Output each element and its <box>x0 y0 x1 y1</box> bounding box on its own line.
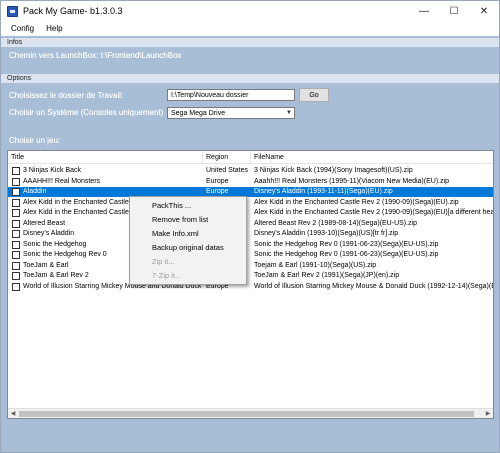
menu-config[interactable]: Config <box>5 24 40 33</box>
ctx-remove-from-list[interactable]: Remove from list <box>152 214 208 226</box>
cell-region: Europe <box>206 177 229 185</box>
column-filename[interactable]: FileName <box>251 151 493 164</box>
system-select-value: Sega Mega Drive <box>171 110 226 117</box>
table-row[interactable]: Disney's Aladdin Disney's Aladdin (1993-1… <box>8 229 493 239</box>
horizontal-scrollbar[interactable]: ◀ ▶ <box>8 408 493 418</box>
maximize-button[interactable]: ☐ <box>439 1 469 21</box>
row-checkbox[interactable] <box>12 282 20 291</box>
row-checkbox[interactable] <box>12 261 20 270</box>
row-checkbox[interactable] <box>12 198 20 207</box>
list-header: Title Region FileName <box>8 151 493 164</box>
row-checkbox[interactable] <box>12 167 20 175</box>
cell-filename: Alex Kidd in the Enchanted Castle Rev 2 … <box>254 209 494 216</box>
context-menu: PackThis ... Remove from list Make Info.xm… <box>129 196 247 285</box>
column-region[interactable]: Region <box>203 151 251 164</box>
table-row[interactable]: Alex Kidd in the Enchanted Castle Alex Ki… <box>8 198 493 208</box>
games-list[interactable]: Title Region FileName 3 Ninjas Kick Back… <box>7 150 494 419</box>
cell-filename: Aaahh!!! Real Monsters (1995-11)(Viacom … <box>254 177 450 185</box>
table-row[interactable]: ToeJam & Earl Rev 2 ToeJam & Earl Rev 2 (… <box>8 271 493 281</box>
scroll-right-icon[interactable]: ▶ <box>483 409 493 418</box>
table-row[interactable]: AAAHH!!! Real Monsters Europe Aaahh!!! Rea… <box>8 177 493 187</box>
menu-bar: Config Help <box>1 21 499 36</box>
table-row[interactable]: World of Illusion Starring Mickey Mouse … <box>8 282 493 292</box>
minimize-button[interactable]: — <box>409 1 439 21</box>
options-header: Options <box>1 74 499 83</box>
cell-filename: Altered Beast Rev 2 (1989-08-14)(Sega)(E… <box>254 219 418 227</box>
cell-filename: Disney's Aladdin (1993-10)(Sega)(US)[tr … <box>254 230 399 237</box>
game-label: Choisir un jeu: <box>9 136 61 145</box>
ctx-7zip-it: 7-Zip it... <box>152 271 182 280</box>
ctx-make-info-xml[interactable]: Make Info.xml <box>152 228 199 240</box>
go-button[interactable]: Go <box>299 88 329 102</box>
app-window: Pack My Game- b1.3.0.3 — ☐ ✕ Config Help… <box>0 0 500 453</box>
cell-region: United States <box>206 167 249 174</box>
ctx-zip-it: Zip it... <box>152 257 175 266</box>
system-label: Choisir un Système (Consoles uniquement) <box>9 108 164 117</box>
cell-filename: Alex Kidd in the Enchanted Castle Rev 2 … <box>254 198 459 206</box>
chevron-down-icon: ▼ <box>286 110 292 116</box>
table-row[interactable]: Aladdin Europe Disney's Aladdin (1993-11-1… <box>8 187 493 197</box>
title-bar: Pack My Game- b1.3.0.3 — ☐ ✕ <box>1 1 499 21</box>
cell-filename: Sonic the Hedgehog Rev 0 (1991-06-23)(Se… <box>254 251 439 258</box>
cell-filename: Sonic the Hedgehog Rev 0 (1991-06-23)(Se… <box>254 240 439 248</box>
window-controls: — ☐ ✕ <box>409 1 499 21</box>
ctx-backup-original-datas[interactable]: Backup original datas <box>152 242 224 254</box>
ctx-pack-this[interactable]: PackThis ... <box>152 200 191 212</box>
window-title: Pack My Game- b1.3.0.3 <box>23 6 123 16</box>
row-checkbox[interactable] <box>12 177 20 186</box>
table-row[interactable]: Sonic the Hedgehog Sonic the Hedgehog Rev… <box>8 240 493 250</box>
table-row[interactable]: Alex Kidd in the Enchanted Castle Alex Ki… <box>8 208 493 218</box>
row-checkbox[interactable] <box>12 188 20 196</box>
scroll-thumb[interactable] <box>19 411 474 417</box>
row-checkbox[interactable] <box>12 219 20 228</box>
launchbox-path-label: Chemin vers LaunchBox: I:\Frontend\Launc… <box>9 51 182 60</box>
row-checkbox[interactable] <box>12 230 20 238</box>
table-row[interactable]: 3 Ninjas Kick Back United States 3 Ninjas … <box>8 166 493 176</box>
scroll-left-icon[interactable]: ◀ <box>8 409 18 418</box>
cell-filename: 3 Ninjas Kick Back (1994)(Sony Imagesoft… <box>254 167 413 174</box>
row-checkbox[interactable] <box>12 240 20 249</box>
system-select[interactable]: Sega Mega Drive ▼ <box>167 107 295 119</box>
cell-title: 3 Ninjas Kick Back <box>23 167 81 174</box>
table-row[interactable]: Sonic the Hedgehog Rev 0 Sonic the Hedgeh… <box>8 250 493 260</box>
column-title[interactable]: Title <box>8 151 203 164</box>
row-checkbox[interactable] <box>12 272 20 280</box>
cell-filename: Disney's Aladdin (1993-11-11)(Sega)(EU).… <box>254 188 393 195</box>
work-folder-label: Choisissez le dossier de Travail: <box>9 91 124 100</box>
row-checkbox[interactable] <box>12 251 20 259</box>
cell-title: AAAHH!!! Real Monsters <box>23 177 101 185</box>
cell-filename: ToeJam & Earl Rev 2 (1991)(Sega)(JP)(en)… <box>254 272 400 279</box>
close-button[interactable]: ✕ <box>469 1 499 21</box>
cell-filename: Toejam & Earl (1991-10)(Sega)(US).zip <box>254 261 377 269</box>
app-icon <box>7 5 18 17</box>
table-row[interactable]: Altered Beast Altered Beast Rev 2 (1989-0… <box>8 219 493 229</box>
work-folder-field[interactable]: I:\Temp\Nouveau dossier <box>167 89 295 101</box>
menu-help[interactable]: Help <box>40 24 68 33</box>
cell-filename: World of Illusion Starring Mickey Mouse … <box>254 282 494 290</box>
row-checkbox[interactable] <box>12 209 20 217</box>
table-row[interactable]: ToeJam & Earl Toejam & Earl (1991-10)(Seg… <box>8 261 493 271</box>
infos-header: Infos <box>1 38 499 47</box>
